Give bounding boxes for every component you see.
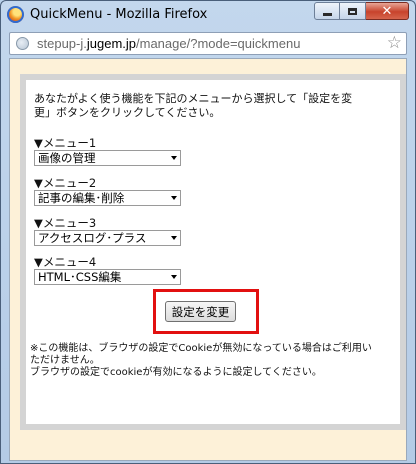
menu-3-select[interactable]: アクセスログ･プラス bbox=[34, 230, 181, 246]
cookie-note: ※この機能は、ブラウザの設定でCookieが無効になっている場合はご利用い ただ… bbox=[30, 343, 400, 379]
url-prefix: stepup-j. bbox=[37, 36, 87, 51]
intro-line-1: あなたがよく使う機能を下記のメニューから選択して「設定を変 bbox=[34, 92, 353, 105]
dropdown-caret-icon bbox=[171, 156, 177, 160]
title-bar[interactable]: QuickMenu - Mozilla Firefox ✕ bbox=[1, 1, 415, 29]
dropdown-caret-icon bbox=[171, 196, 177, 200]
intro-text: あなたがよく使う機能を下記のメニューから選択して「設定を変 更」ボタンをクリック… bbox=[34, 92, 396, 120]
close-button[interactable]: ✕ bbox=[366, 2, 409, 20]
menu-1-label: ▼メニュー1 bbox=[34, 136, 97, 150]
address-bar[interactable]: stepup-j.jugem.jp/manage/?mode=quickmenu… bbox=[9, 32, 407, 55]
dropdown-caret-icon bbox=[171, 236, 177, 240]
window-title: QuickMenu - Mozilla Firefox bbox=[30, 7, 208, 22]
menu-4-value: HTML･CSS編集 bbox=[38, 270, 122, 284]
firefox-icon bbox=[7, 6, 24, 23]
minimize-button[interactable] bbox=[314, 2, 340, 20]
intro-line-2: 更」ボタンをクリックしてください。 bbox=[34, 106, 221, 119]
menu-4-select[interactable]: HTML･CSS編集 bbox=[34, 269, 181, 285]
browser-window: QuickMenu - Mozilla Firefox ✕ stepup-j.j… bbox=[0, 0, 416, 464]
quickmenu-panel: あなたがよく使う機能を下記のメニューから選択して「設定を変 更」ボタンをクリック… bbox=[20, 74, 406, 430]
note-line-1: ※この機能は、ブラウザの設定でCookieが無効になっている場合はご利用い bbox=[30, 343, 372, 354]
menu-1-select[interactable]: 画像の管理 bbox=[34, 150, 181, 166]
dropdown-caret-icon bbox=[171, 275, 177, 279]
apply-settings-button[interactable]: 設定を変更 bbox=[165, 301, 236, 322]
menu-2-select[interactable]: 記事の編集･削除 bbox=[34, 190, 181, 206]
url-text[interactable]: stepup-j.jugem.jp/manage/?mode=quickmenu bbox=[37, 36, 300, 51]
menu-3-label: ▼メニュー3 bbox=[34, 216, 97, 230]
window-controls: ✕ bbox=[314, 2, 409, 20]
bookmark-star-icon[interactable]: ☆ bbox=[387, 33, 402, 53]
menu-3-value: アクセスログ･プラス bbox=[38, 231, 147, 245]
note-line-2: ただけません。 bbox=[30, 355, 100, 366]
minimize-icon bbox=[322, 12, 332, 16]
close-icon: ✕ bbox=[381, 3, 393, 19]
note-line-3: ブラウザの設定でcookieが有効になるように設定してください。 bbox=[30, 367, 322, 378]
url-path: /manage/?mode=quickmenu bbox=[136, 36, 301, 51]
globe-icon bbox=[16, 37, 29, 50]
maximize-icon bbox=[348, 7, 357, 15]
menu-2-value: 記事の編集･削除 bbox=[38, 191, 125, 205]
url-host: jugem.jp bbox=[86, 36, 137, 51]
maximize-button[interactable] bbox=[340, 2, 366, 20]
page-content: あなたがよく使う機能を下記のメニューから選択して「設定を変 更」ボタンをクリック… bbox=[9, 58, 407, 461]
menu-4-label: ▼メニュー4 bbox=[34, 255, 97, 269]
menu-1-value: 画像の管理 bbox=[38, 151, 96, 165]
menu-2-label: ▼メニュー2 bbox=[34, 176, 97, 190]
